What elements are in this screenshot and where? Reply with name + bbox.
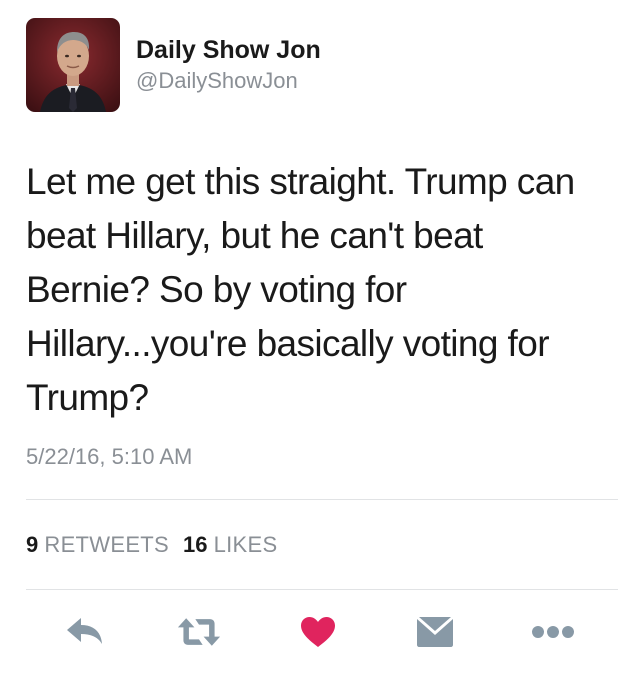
heart-icon xyxy=(301,617,335,647)
reply-icon xyxy=(67,618,102,644)
tweet-line: Hillary...you're basically voting for xyxy=(26,323,550,364)
direct-message-button[interactable] xyxy=(413,610,457,654)
tweet-text: Let me get this straight. Trump can beat… xyxy=(26,155,616,425)
tweet-line: Trump? xyxy=(26,377,149,418)
divider xyxy=(26,589,618,590)
reply-button[interactable] xyxy=(63,610,107,654)
user-handle[interactable]: @DailyShowJon xyxy=(136,67,321,95)
tweet-header: Daily Show Jon @DailyShowJon xyxy=(26,18,321,112)
retweet-button[interactable] xyxy=(177,610,221,654)
more-icon xyxy=(532,626,574,638)
likes-stat[interactable]: 16 LIKES xyxy=(183,532,277,557)
retweets-count: 9 xyxy=(26,532,39,557)
tweet-stats: 9 RETWEETS 16 LIKES xyxy=(26,532,277,558)
tweet-line: Let me get this straight. Trump can xyxy=(26,161,575,202)
action-bar xyxy=(0,610,634,654)
user-names: Daily Show Jon @DailyShowJon xyxy=(136,36,321,95)
likes-label: LIKES xyxy=(213,532,278,557)
envelope-icon xyxy=(417,617,453,647)
retweets-label: RETWEETS xyxy=(44,532,169,557)
more-button[interactable] xyxy=(531,610,575,654)
tweet-line: Bernie? So by voting for xyxy=(26,269,407,310)
display-name[interactable]: Daily Show Jon xyxy=(136,36,321,64)
avatar-image xyxy=(26,18,120,112)
avatar[interactable] xyxy=(26,18,120,112)
divider xyxy=(26,499,618,500)
tweet-line: beat Hillary, but he can't beat xyxy=(26,215,483,256)
likes-count: 16 xyxy=(183,532,208,557)
retweets-stat[interactable]: 9 RETWEETS xyxy=(26,532,169,557)
retweet-icon xyxy=(177,618,221,646)
like-button[interactable] xyxy=(296,610,340,654)
tweet-timestamp: 5/22/16, 5:10 AM xyxy=(26,444,193,469)
